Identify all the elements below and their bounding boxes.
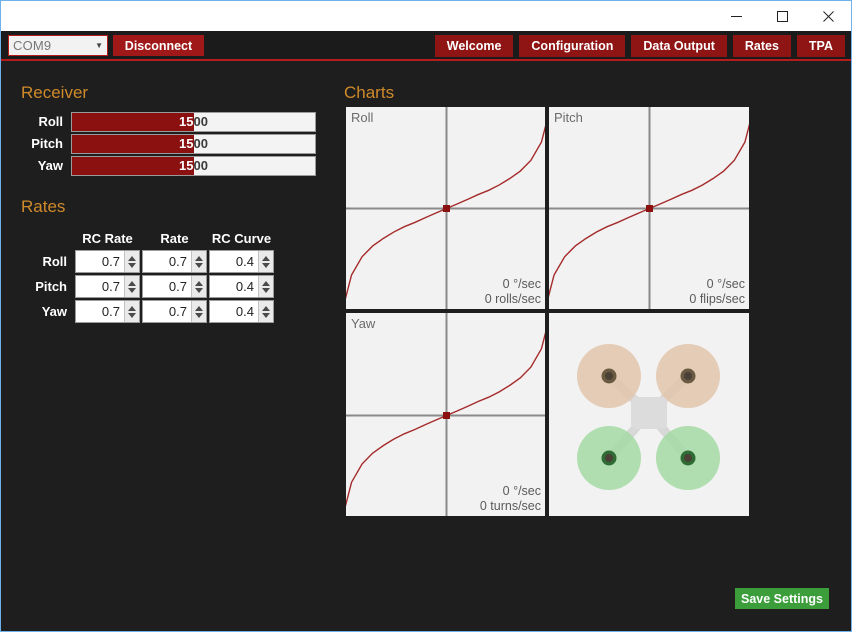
rates-header-row: RC Rate Rate RC Curve (21, 227, 274, 249)
receiver-bar-yaw: 1500 1500 (71, 156, 316, 176)
tab-configuration[interactable]: Configuration (519, 35, 626, 57)
receiver-value-roll-overlay: 1500 (179, 114, 194, 129)
spinner-arrows-icon[interactable] (191, 251, 206, 272)
quadcopter-model-panel (549, 313, 749, 516)
rates-section-title: Rates (21, 197, 66, 216)
receiver-label-yaw: Yaw (37, 158, 63, 173)
rates-yaw-rc-curve-input[interactable]: 0.4 (209, 300, 274, 323)
rates-row-pitch: Pitch 0.7 0.7 0.4 (21, 274, 274, 299)
rates-pitch-rc-curve-value: 0.4 (235, 279, 254, 294)
rates-roll-rate-value: 0.7 (168, 254, 187, 269)
chart-panel-roll[interactable]: Roll 0 °/sec 0 rolls/sec (346, 107, 545, 309)
receiver-value-yaw-overlay: 1500 (179, 158, 194, 173)
spinner-arrows-icon[interactable] (124, 251, 139, 272)
nav-tabs: Welcome Configuration Data Output Rates … (434, 35, 845, 57)
receiver-bar-roll: 1500 1500 (71, 112, 316, 132)
chart-readout-pitch-spin: 0 flips/sec (689, 292, 745, 306)
rates-roll-rc-curve-input[interactable]: 0.4 (209, 250, 274, 273)
spinner-arrows-icon[interactable] (258, 301, 273, 322)
rates-yaw-rc-curve-value: 0.4 (235, 304, 254, 319)
receiver-row-pitch: Pitch 1500 1500 (1, 134, 331, 154)
receiver-label-roll: Roll (38, 114, 63, 129)
serial-port-select[interactable]: COM9 ▼ (8, 35, 108, 56)
rates-pitch-rc-curve-input[interactable]: 0.4 (209, 275, 274, 298)
rates-yaw-rc-rate-input[interactable]: 0.7 (75, 300, 140, 323)
rates-roll-rate-input[interactable]: 0.7 (142, 250, 207, 273)
app-window: COM9 ▼ Disconnect Welcome Configuration … (0, 0, 852, 632)
rates-yaw-rate-value: 0.7 (168, 304, 187, 319)
tab-welcome[interactable]: Welcome (434, 35, 514, 57)
spinner-arrows-icon[interactable] (258, 276, 273, 297)
maximize-button[interactable] (759, 2, 805, 31)
receiver-section-title: Receiver (21, 83, 89, 102)
chart-readout-roll: 0 °/sec 0 rolls/sec (485, 277, 541, 307)
rates-pitch-rc-rate-value: 0.7 (101, 279, 120, 294)
rates-roll-rc-curve-value: 0.4 (235, 254, 254, 269)
spinner-arrows-icon[interactable] (124, 301, 139, 322)
rates-header-rc-curve: RC Curve (211, 230, 272, 246)
quadcopter-x-diagram-icon (577, 344, 720, 490)
title-bar (1, 1, 851, 31)
tab-rates[interactable]: Rates (732, 35, 791, 57)
chart-panel-pitch[interactable]: Pitch 0 °/sec 0 flips/sec (549, 107, 749, 309)
rates-row-roll: Roll 0.7 0.7 0.4 (21, 249, 274, 274)
chart-label-yaw: Yaw (351, 316, 376, 331)
rates-pitch-rc-rate-input[interactable]: 0.7 (75, 275, 140, 298)
chart-readout-yaw-spin: 0 turns/sec (479, 499, 541, 513)
receiver-value-pitch-overlay: 1500 (179, 136, 194, 151)
rates-yaw-rate-input[interactable]: 0.7 (142, 300, 207, 323)
rates-label-pitch: Pitch (35, 279, 67, 294)
rates-roll-rc-rate-input[interactable]: 0.7 (75, 250, 140, 273)
receiver-label-pitch: Pitch (31, 136, 63, 151)
receiver-row-yaw: Yaw 1500 1500 (1, 156, 331, 176)
receiver-bar-pitch: 1500 1500 (71, 134, 316, 154)
serial-port-value: COM9 (13, 38, 52, 53)
rates-label-yaw: Yaw (41, 304, 67, 319)
rates-label-roll: Roll (42, 254, 67, 269)
tab-data-output[interactable]: Data Output (631, 35, 727, 57)
chart-readout-yaw-rate: 0 °/sec (502, 484, 541, 498)
save-settings-button[interactable]: Save Settings (735, 588, 829, 609)
spinner-arrows-icon[interactable] (258, 251, 273, 272)
charts-section-title: Charts (344, 83, 395, 102)
rates-table: RC Rate Rate RC Curve Roll 0.7 0.7 0.4 P… (21, 227, 274, 324)
rates-header-rc-rate: RC Rate (82, 230, 133, 246)
rates-pitch-rate-input[interactable]: 0.7 (142, 275, 207, 298)
chart-readout-roll-rate: 0 °/sec (502, 277, 541, 291)
close-button[interactable] (805, 2, 851, 31)
toolbar: COM9 ▼ Disconnect Welcome Configuration … (1, 31, 851, 61)
chart-label-pitch: Pitch (554, 110, 583, 125)
rates-roll-rc-rate-value: 0.7 (101, 254, 120, 269)
tab-tpa[interactable]: TPA (796, 35, 845, 57)
spinner-arrows-icon[interactable] (191, 276, 206, 297)
chart-readout-yaw: 0 °/sec 0 turns/sec (480, 484, 541, 514)
chart-readout-pitch: 0 °/sec 0 flips/sec (689, 277, 745, 307)
chart-readout-roll-spin: 0 rolls/sec (484, 292, 541, 306)
receiver-row-roll: Roll 1500 1500 (1, 112, 331, 132)
chart-panel-yaw[interactable]: Yaw 0 °/sec 0 turns/sec (346, 313, 545, 516)
charts-grid: Roll 0 °/sec 0 rolls/sec Pitch 0 °/sec 0… (346, 107, 749, 516)
rates-pitch-rate-value: 0.7 (168, 279, 187, 294)
rates-yaw-rc-rate-value: 0.7 (101, 304, 120, 319)
disconnect-button[interactable]: Disconnect (113, 35, 204, 56)
rates-row-yaw: Yaw 0.7 0.7 0.4 (21, 299, 274, 324)
minimize-button[interactable] (713, 2, 759, 31)
rates-header-rate: Rate (160, 230, 189, 246)
spinner-arrows-icon[interactable] (124, 276, 139, 297)
chart-readout-pitch-rate: 0 °/sec (706, 277, 745, 291)
spinner-arrows-icon[interactable] (191, 301, 206, 322)
chevron-down-icon: ▼ (95, 40, 103, 50)
chart-label-roll: Roll (351, 110, 374, 125)
